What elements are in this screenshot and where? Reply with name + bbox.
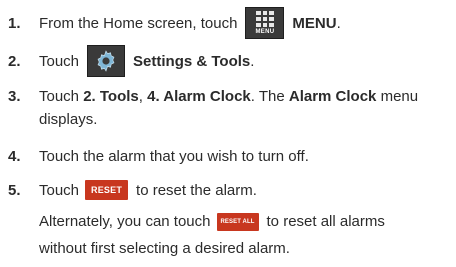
step-text: Touch the alarm that you wish to turn of… [39,147,309,165]
step-text: Touch Settings & Tools. [39,45,254,77]
instructions: 1. From the Home screen, touch MENU MENU… [0,0,456,267]
settings-gear-icon [87,45,126,77]
settings-tools-label: Settings & Tools [133,52,251,70]
step-3: 3. Touch 2. Tools, 4. Alarm Clock. The A… [0,84,456,108]
step-3-continued: displays. [39,111,98,128]
step-4: 4. Touch the alarm that you wish to turn… [0,144,456,168]
step-1-text: From the Home screen, touch [39,14,238,32]
menu-icon: MENU [245,7,285,39]
reset-all-button-icon: RESET ALL [216,213,259,231]
step-5-text: Touch [39,181,80,199]
step-text: Touch 2. Tools, 4. Alarm Clock. The Alar… [39,87,419,105]
step-number: 4. [8,147,21,165]
alternate-line-continued: without first selecting a desired alarm. [39,240,290,257]
step-2: 2. Touch Settings & Tools. [0,44,456,78]
step-1: 1. From the Home screen, touch MENU MENU… [0,6,456,40]
alternate-line: Alternately, you can touch RESET ALL to … [39,213,385,231]
step-text: Touch RESET to reset the alarm. [39,180,257,200]
step-2-text: Touch [39,52,80,70]
step-number: 2. [8,52,21,70]
reset-button-icon: RESET [85,180,129,200]
step-number: 1. [8,14,21,32]
step-number: 5. [8,181,21,199]
step-5: 5. Touch RESET to reset the alarm. [0,178,456,202]
menu-icon-label: MENU [255,29,275,35]
step-text: From the Home screen, touch MENU MENU. [39,7,341,39]
step-number: 3. [8,87,21,105]
menu-label: MENU [292,14,337,32]
